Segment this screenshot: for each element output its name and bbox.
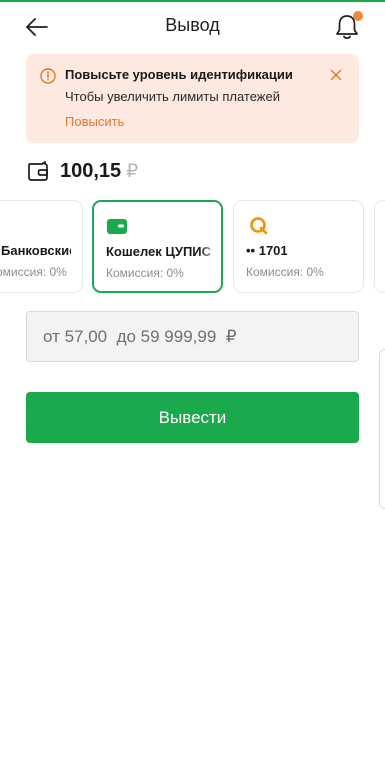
close-icon[interactable] [328, 67, 344, 83]
withdraw-button[interactable]: Вывести [26, 392, 359, 443]
balance-row: 100,15 ₽ [26, 157, 138, 185]
balance-currency: ₽ [126, 160, 139, 182]
text-fade [199, 238, 221, 262]
upgrade-link[interactable]: Повысить [65, 114, 124, 129]
amount-input[interactable] [26, 311, 359, 362]
app-header: Вывод [0, 2, 385, 50]
method-card-bank-cards[interactable]: Банковские карты Комиссия: 0% [0, 200, 83, 293]
method-card-next[interactable] [374, 200, 385, 293]
identification-alert: Повысьте уровень идентификации Чтобы уве… [26, 54, 359, 143]
alert-title: Повысьте уровень идентификации [65, 67, 293, 82]
balance-value: 100,15 [60, 159, 122, 182]
payment-methods-carousel[interactable]: Банковские карты Комиссия: 0% Кошелек ЦУ… [0, 199, 385, 295]
wallet-card-icon [107, 219, 127, 234]
method-fee: Комиссия: 0% [106, 266, 184, 280]
method-fee: Комиссия: 0% [246, 265, 324, 279]
alert-text: Чтобы увеличить лимиты платежей [65, 89, 280, 104]
method-fee: Комиссия: 0% [0, 265, 67, 279]
notification-badge-dot [353, 11, 363, 21]
method-name: Банковские карты [1, 243, 71, 258]
wallet-icon [28, 161, 48, 181]
method-name: •• 1701 [246, 243, 288, 258]
notifications-button[interactable] [332, 11, 363, 42]
info-circle-icon [40, 68, 56, 84]
method-card-qiwi[interactable]: •• 1701 Комиссия: 0% [233, 200, 364, 293]
qiwi-icon [250, 217, 268, 235]
method-card-cupis-wallet[interactable]: Кошелек ЦУПИС Комиссия: 0% [92, 200, 223, 293]
page-title: Вывод [165, 15, 220, 35]
side-panel-handle[interactable] [379, 349, 385, 509]
